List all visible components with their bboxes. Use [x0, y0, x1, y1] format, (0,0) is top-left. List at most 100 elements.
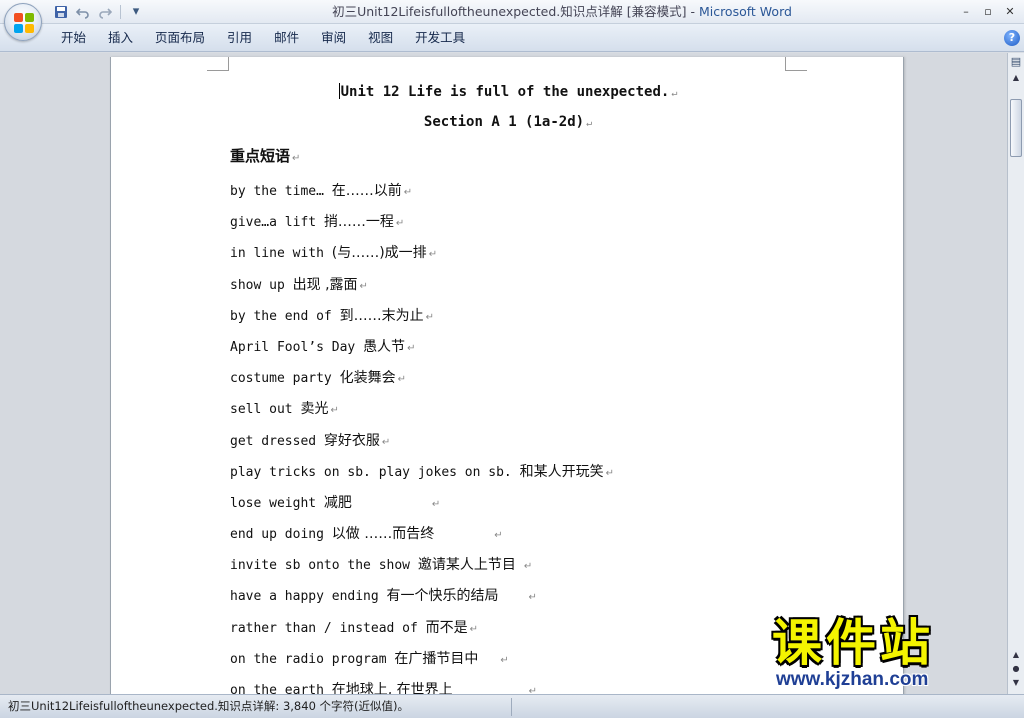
help-icon[interactable]: ? [1004, 30, 1020, 46]
phrase-line[interactable]: by the end of 到……末为止 ↵ [230, 301, 830, 332]
phrase-english: invite sb onto the show [230, 558, 418, 574]
phrase-chinese: 穿好衣服 [323, 432, 380, 449]
tab-developer[interactable]: 开发工具 [404, 24, 476, 52]
watermark-title: 课件站 [772, 614, 934, 672]
toolbar-separator [120, 5, 121, 19]
phrase-line[interactable]: in line with (与……)成一排 ↵ [230, 238, 830, 269]
office-button[interactable] [4, 3, 42, 41]
document-name: 初三Unit12Lifeisfulloftheunexpected.知识点详解 … [332, 4, 699, 19]
section-heading[interactable]: 重点短语 ↵ [230, 145, 300, 166]
close-button[interactable]: ✕ [1000, 2, 1020, 20]
paragraph-mark: ↵ [605, 467, 614, 479]
document-workspace: Unit 12 Life is full of the unexpected. ↵… [0, 53, 1007, 694]
phrase-chinese: 捎……一程 [323, 214, 394, 231]
minimize-button[interactable]: – [956, 2, 976, 20]
phrase-chinese: 有一个快乐的结局 [386, 588, 499, 605]
document-subtitle[interactable]: Section A 1 (1a-2d) ↵ [111, 114, 905, 130]
paragraph-mark: ↵ [494, 530, 503, 542]
phrase-line[interactable]: on the earth 在地球上, 在世界上 ↵ [230, 675, 830, 694]
document-page[interactable]: Unit 12 Life is full of the unexpected. ↵… [110, 57, 904, 694]
text-cursor [338, 83, 340, 99]
scrollbar-thumb[interactable] [1010, 99, 1022, 157]
phrase-line[interactable]: by the time… 在……以前 ↵ [230, 176, 830, 207]
tab-references[interactable]: 引用 [216, 24, 263, 52]
phrase-chinese: (与……)成一排 [331, 245, 427, 262]
status-separator [511, 698, 512, 716]
paragraph-mark: ↵ [425, 311, 434, 323]
phrase-line[interactable]: rather than / instead of 而不是 ↵ [230, 613, 830, 644]
vertical-scrollbar[interactable]: ▤ ▲ ▲ ● ▼ [1007, 53, 1024, 694]
tab-mailings[interactable]: 邮件 [263, 24, 310, 52]
tab-view[interactable]: 视图 [357, 24, 404, 52]
ruler-toggle-icon[interactable]: ▤ [1009, 55, 1023, 69]
phrase-chinese: 化装舞会 [339, 370, 396, 387]
phrase-english: show up [230, 277, 293, 293]
phrase-line[interactable]: lose weight 减肥 ↵ [230, 488, 830, 519]
undo-icon[interactable] [74, 3, 92, 21]
save-icon[interactable] [52, 3, 70, 21]
phrase-english: end up doing [230, 527, 332, 543]
phrase-english: lose weight [230, 495, 324, 511]
phrase-line[interactable]: costume party 化装舞会 ↵ [230, 363, 830, 394]
phrase-line[interactable]: give…a lift 捎……一程 ↵ [230, 207, 830, 238]
phrase-chinese: 和某人开玩笑 [519, 463, 604, 480]
paragraph-mark: ↵ [395, 218, 405, 230]
document-title[interactable]: Unit 12 Life is full of the unexpected. ↵ [111, 83, 905, 100]
document-subtitle-text: Section A 1 (1a-2d) [423, 114, 585, 130]
restore-button[interactable]: ▫ [978, 2, 998, 20]
phrase-english: by the end of [230, 308, 340, 324]
paragraph-mark: ↵ [397, 374, 406, 386]
phrase-line[interactable]: play tricks on sb. play jokes on sb. 和某人… [230, 457, 830, 488]
crop-mark-left [207, 57, 229, 71]
tab-page-layout[interactable]: 页面布局 [144, 24, 216, 52]
paragraph-mark: ↵ [431, 498, 441, 510]
document-title-text: Unit 12 Life is full of the unexpected. [340, 84, 670, 100]
phrase-english: on the earth [230, 683, 332, 694]
title-bar: ▾ 初三Unit12Lifeisfulloftheunexpected.知识点详… [0, 0, 1024, 24]
phrase-english: by the time… [230, 184, 332, 199]
ribbon: 开始 插入 页面布局 引用 邮件 审阅 视图 开发工具 ? [0, 24, 1024, 52]
paragraph-mark: ↵ [292, 153, 301, 164]
paragraph-mark: ↵ [528, 592, 537, 604]
app-name: Microsoft Word [698, 4, 792, 19]
phrase-chinese: 卖光 [300, 401, 329, 418]
phrase-english: costume party [230, 371, 340, 387]
watermark-url: www.kjzhan.com [776, 669, 929, 690]
paragraph-mark: ↵ [381, 436, 391, 448]
select-browse-object-icon[interactable]: ● [1009, 662, 1023, 676]
previous-page-icon[interactable]: ▲ [1009, 648, 1023, 662]
crop-mark-right [785, 57, 807, 71]
phrase-line[interactable]: get dressed 穿好衣服 ↵ [230, 426, 830, 457]
phrase-english: give…a lift [230, 215, 324, 231]
phrase-line[interactable]: end up doing 以做 ……而告终 ↵ [230, 519, 830, 550]
customize-toolbar-button[interactable]: ▾ [127, 3, 145, 21]
scroll-up-icon[interactable]: ▲ [1009, 71, 1023, 85]
phrase-line[interactable]: on the radio program 在广播节目中 ↵ [230, 644, 830, 675]
phrase-english: in line with [230, 246, 332, 262]
quick-access-toolbar: ▾ [52, 3, 145, 21]
phrase-chinese: 出现 ,露面 [292, 276, 358, 293]
phrase-english: rather than / instead of [230, 620, 426, 636]
paragraph-mark: ↵ [523, 561, 533, 573]
phrase-chinese: 在广播节目中 [394, 650, 479, 667]
phrase-english: sell out [230, 402, 301, 418]
tab-insert[interactable]: 插入 [97, 24, 144, 52]
redo-icon[interactable] [96, 3, 114, 21]
browse-navigation: ▲ ● ▼ [1009, 648, 1023, 690]
paragraph-mark: ↵ [428, 249, 438, 261]
tab-review[interactable]: 审阅 [310, 24, 357, 52]
paragraph-mark: ↵ [500, 654, 509, 666]
phrase-english: get dressed [230, 433, 324, 449]
phrase-line[interactable]: April Fool’s Day 愚人节 ↵ [230, 332, 830, 363]
paragraph-mark: ↵ [330, 405, 339, 417]
phrase-english: play tricks on sb. play jokes on sb. [230, 464, 520, 480]
phrase-line[interactable]: have a happy ending 有一个快乐的结局 ↵ [230, 581, 830, 612]
paragraph-mark: ↵ [586, 118, 593, 129]
phrase-line[interactable]: sell out 卖光 ↵ [230, 394, 830, 425]
paragraph-mark: ↵ [528, 686, 538, 694]
phrase-line[interactable]: invite sb onto the show 邀请某人上节目 ↵ [230, 550, 830, 581]
status-bar: 初三Unit12Lifeisfulloftheunexpected.知识点详解:… [0, 694, 1024, 718]
tab-home[interactable]: 开始 [50, 24, 97, 52]
next-page-icon[interactable]: ▼ [1009, 676, 1023, 690]
phrase-line[interactable]: show up 出现 ,露面 ↵ [230, 270, 830, 301]
